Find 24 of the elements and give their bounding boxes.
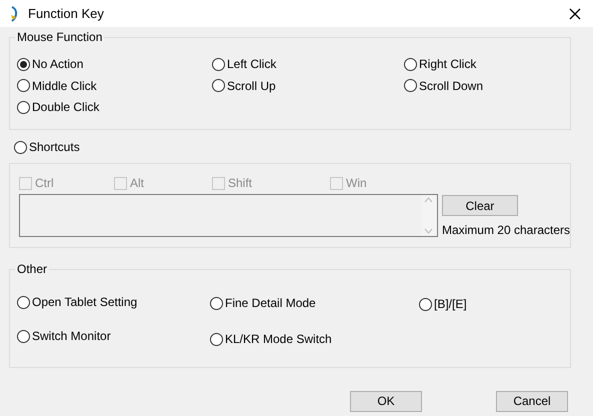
checkbox-label: Shift <box>228 176 252 190</box>
cancel-button[interactable]: Cancel <box>496 391 568 412</box>
group-label: Other <box>15 262 50 276</box>
radio-label: Open Tablet Setting <box>32 294 138 310</box>
clear-button[interactable]: Clear <box>442 195 518 216</box>
checkbox-label: Alt <box>130 176 144 190</box>
ok-button[interactable]: OK <box>350 391 422 412</box>
radio-label: Double Click <box>32 100 100 115</box>
radio-label: [B]/[E] <box>434 297 467 312</box>
character-limit-hint: Maximum 20 characters <box>442 223 570 238</box>
radio-label: Shortcuts <box>29 140 80 154</box>
checkbox-label: Ctrl <box>35 176 54 190</box>
radio-label: Switch Monitor <box>32 328 111 344</box>
radio-label: Scroll Down <box>419 78 484 94</box>
radio-label: Left Click <box>227 57 276 72</box>
checkbox-label: Win <box>346 176 367 190</box>
radio-label: Right Click <box>419 57 476 72</box>
group-label: Mouse Function <box>15 30 104 44</box>
radio-label: Fine Detail Mode <box>225 296 316 310</box>
radio-label: No Action <box>32 57 84 72</box>
radio-label: Scroll Up <box>227 78 276 94</box>
window-title: Function Key <box>28 6 104 22</box>
radio-label: KL/KR Mode Switch <box>225 332 332 346</box>
radio-label: Middle Click <box>32 78 97 94</box>
